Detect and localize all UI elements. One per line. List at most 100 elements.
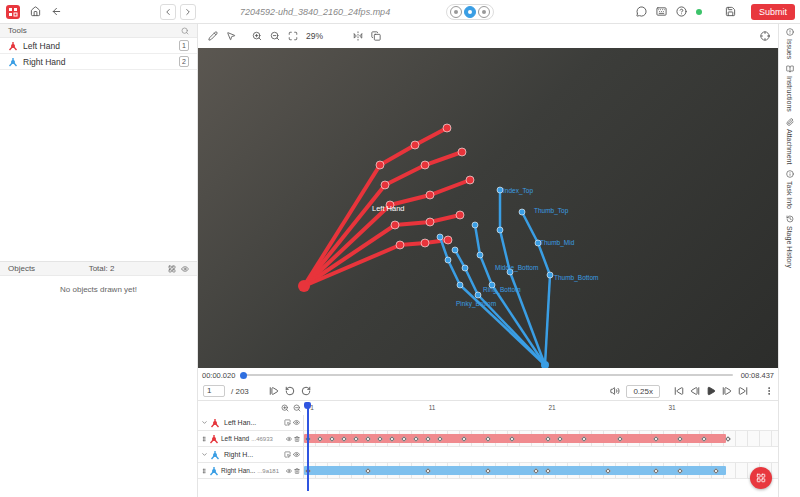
keypoint[interactable] (462, 265, 468, 271)
chat-icon[interactable] (636, 6, 647, 17)
select-icon[interactable] (284, 451, 291, 458)
frame-input[interactable]: 1 (203, 385, 225, 397)
side-tab[interactable]: Instructions (786, 65, 794, 112)
keypoint[interactable] (421, 161, 429, 169)
tool-item[interactable]: Right Hand2 (0, 54, 197, 70)
keypoint[interactable] (452, 247, 458, 253)
flip-icon[interactable] (353, 31, 363, 41)
grip-icon[interactable] (201, 436, 207, 442)
playhead[interactable] (307, 403, 309, 491)
chevron-down-icon[interactable] (201, 451, 208, 458)
keypoint[interactable] (519, 209, 525, 215)
eye-icon[interactable] (286, 468, 292, 474)
grid-icon[interactable] (168, 265, 176, 273)
keypoint[interactable] (457, 282, 463, 288)
keypoint[interactable] (381, 181, 389, 189)
hand-skeleton[interactable] (298, 124, 474, 292)
side-tab[interactable]: Issues (786, 28, 794, 59)
keypoint[interactable] (458, 148, 466, 156)
keyframe[interactable] (725, 436, 731, 442)
track-group-row[interactable]: Right H... (198, 447, 778, 463)
eye-icon[interactable] (286, 436, 292, 442)
next-frame-icon[interactable] (722, 386, 732, 396)
progress-knob[interactable] (240, 372, 247, 379)
keypoint[interactable] (426, 191, 434, 199)
keypoint[interactable] (547, 272, 553, 278)
timeline-zoom-in-icon[interactable] (281, 404, 289, 412)
keypoint[interactable] (391, 221, 399, 229)
help-icon[interactable] (676, 6, 687, 17)
skeleton-overlay[interactable]: Index_TopThumb_TopThumb_MidThumb_BottomM… (198, 48, 778, 368)
rewind-icon[interactable] (285, 386, 295, 396)
track-row[interactable]: Right Han......9a181 (198, 463, 778, 479)
track-group-row[interactable]: Left Han... (198, 415, 778, 431)
track-row[interactable]: Left Hand...46933 (198, 431, 778, 447)
keypoint[interactable] (466, 176, 474, 184)
timeline-zoom-out-icon[interactable] (293, 404, 301, 412)
copy-icon[interactable] (371, 31, 381, 41)
keypoint[interactable] (437, 234, 443, 240)
tool-item[interactable]: Left Hand1 (0, 38, 197, 54)
keypoint[interactable] (426, 218, 434, 226)
keypoint[interactable] (472, 222, 478, 228)
keypoint[interactable] (456, 211, 464, 219)
first-frame-icon[interactable] (674, 386, 684, 396)
pencil-icon[interactable] (208, 31, 218, 41)
keypoint[interactable] (421, 239, 429, 247)
video-frame[interactable]: Index_TopThumb_TopThumb_MidThumb_BottomM… (198, 48, 778, 368)
keypoint[interactable] (396, 241, 404, 249)
add-button[interactable] (750, 467, 772, 489)
keypoint[interactable] (477, 252, 483, 258)
side-tab[interactable]: Task Info (786, 170, 794, 209)
hand-skeleton[interactable]: Index_TopThumb_TopThumb_MidThumb_BottomM… (437, 187, 598, 368)
track-lane[interactable] (304, 463, 778, 478)
save-icon[interactable] (725, 6, 736, 17)
wrist-keypoint[interactable] (298, 280, 310, 292)
timeline-ruler[interactable]: 1112131 (304, 401, 778, 415)
prev-button[interactable] (160, 4, 176, 20)
keypoint[interactable] (445, 257, 451, 263)
select-icon[interactable] (284, 419, 291, 426)
last-frame-icon[interactable] (738, 386, 748, 396)
eye-icon[interactable] (293, 451, 300, 458)
keypoint[interactable] (443, 124, 451, 132)
side-tab[interactable]: Attachment (786, 118, 794, 164)
trash-icon[interactable] (294, 436, 300, 442)
wrist-keypoint[interactable] (541, 361, 549, 368)
side-tab[interactable]: Stage History (786, 215, 794, 268)
home-icon[interactable] (30, 6, 41, 17)
crosshair-icon[interactable] (760, 31, 770, 41)
keypoint[interactable] (475, 292, 481, 298)
prev-frame-icon[interactable] (690, 386, 700, 396)
fit-icon[interactable] (288, 31, 298, 41)
chevron-down-icon[interactable] (201, 419, 208, 426)
zoom-out-icon[interactable] (270, 31, 280, 41)
zoom-in-icon[interactable] (252, 31, 262, 41)
keyboard-icon[interactable] (656, 6, 667, 17)
more-icon[interactable] (764, 386, 774, 396)
search-icon[interactable] (181, 27, 189, 35)
volume-icon[interactable] (610, 386, 620, 396)
forward-icon[interactable] (301, 386, 311, 396)
back-arrow-icon[interactable] (51, 6, 62, 17)
keypoint[interactable] (497, 227, 503, 233)
track-lane[interactable] (304, 431, 778, 446)
play-icon[interactable] (706, 386, 716, 396)
keypoint[interactable] (411, 141, 419, 149)
mode-option[interactable] (464, 6, 476, 18)
mode-option[interactable] (450, 6, 462, 18)
eye-icon[interactable] (293, 419, 300, 426)
speed-field[interactable]: 0.25x (626, 385, 660, 398)
submit-button[interactable]: Submit (751, 4, 795, 20)
next-button[interactable] (180, 4, 196, 20)
progress-track[interactable] (243, 374, 732, 376)
logo-icon[interactable] (6, 5, 20, 19)
keypoint[interactable] (444, 236, 452, 244)
keypoint[interactable] (376, 161, 384, 169)
mode-option[interactable] (478, 6, 490, 18)
jump-icon[interactable] (269, 386, 279, 396)
grip-icon[interactable] (201, 468, 207, 474)
pointer-icon[interactable] (226, 31, 236, 41)
eye-icon[interactable] (181, 265, 189, 273)
trash-icon[interactable] (294, 468, 300, 474)
